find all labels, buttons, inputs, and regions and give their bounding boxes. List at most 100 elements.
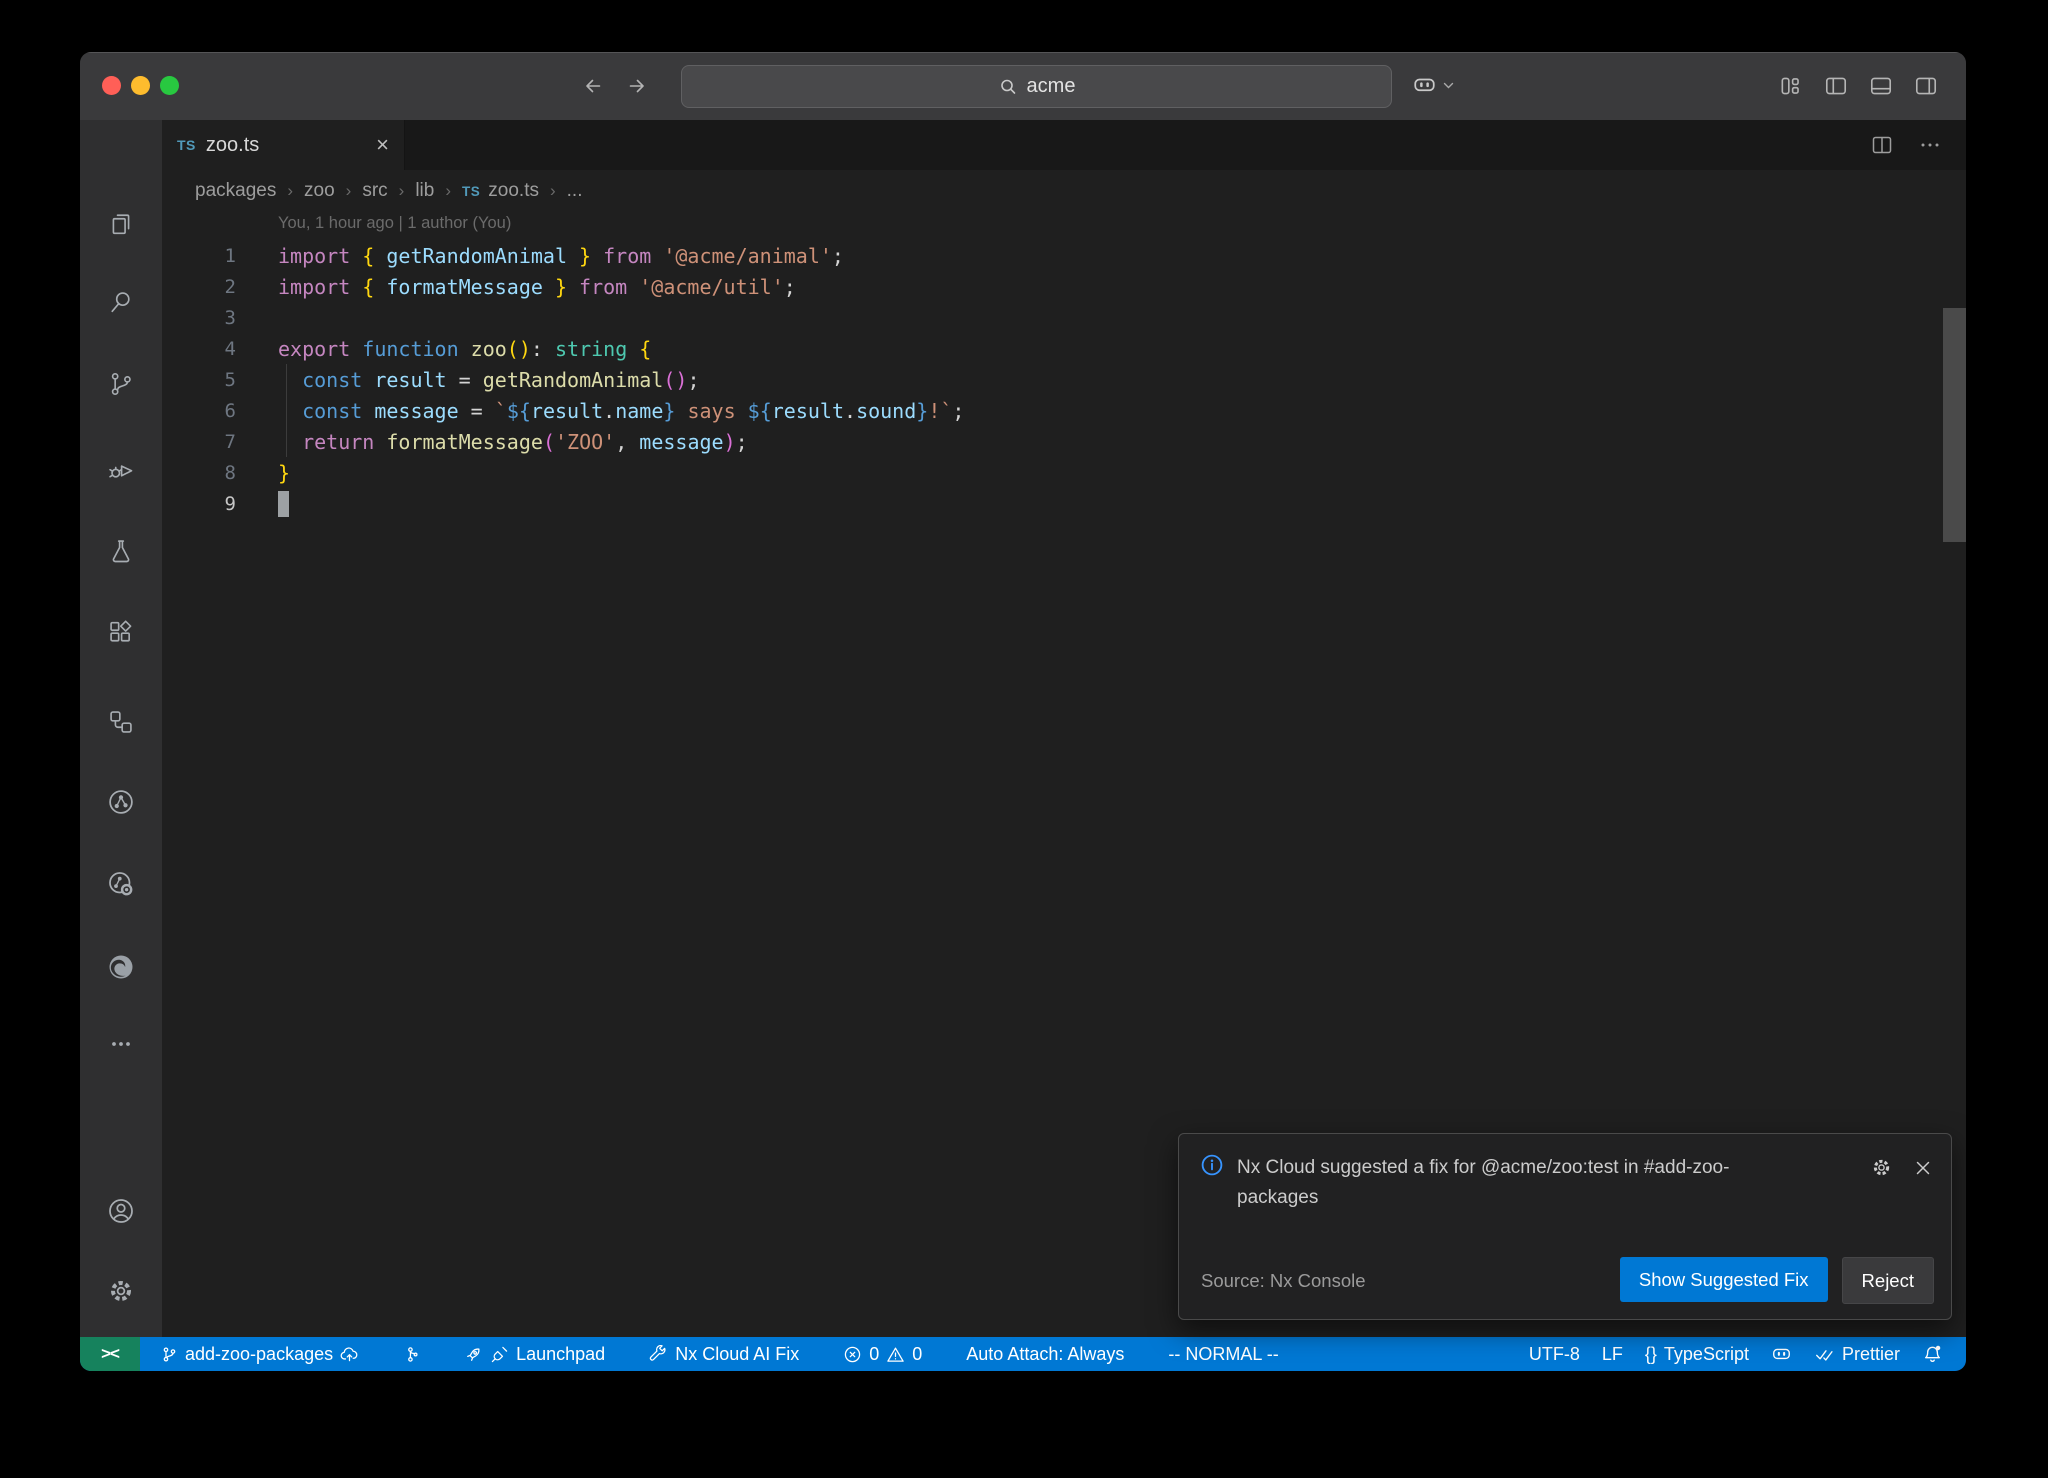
pipeline-item[interactable]	[392, 1337, 431, 1371]
nx-cloud-ai-fix-item[interactable]: Nx Cloud AI Fix	[638, 1337, 810, 1371]
breadcrumb-separator-icon: ›	[287, 181, 293, 201]
notification-settings-gear-icon[interactable]	[1870, 1156, 1893, 1179]
line-number: 8	[162, 462, 236, 484]
line-number: 3	[162, 307, 236, 329]
code-line[interactable]: 2 import { formatMessage } from '@acme/ut…	[162, 271, 1966, 302]
code-text: const message = `${result.name} says ${r…	[278, 399, 964, 423]
command-center-search[interactable]: acme	[681, 65, 1392, 108]
project-boxes-icon[interactable]	[80, 693, 162, 751]
breadcrumb-item[interactable]: src	[362, 180, 387, 202]
toggle-panel-icon[interactable]	[1868, 73, 1894, 99]
copilot-status-item[interactable]	[1760, 1337, 1803, 1371]
breadcrumb-item[interactable]: packages	[195, 180, 276, 202]
copilot-icon	[1412, 73, 1437, 98]
tab-label: zoo.ts	[206, 134, 259, 157]
edge-browser-icon[interactable]	[80, 938, 162, 996]
auto-attach-item[interactable]: Auto Attach: Always	[955, 1337, 1135, 1371]
code-line[interactable]: 6 const message = `${result.name} says $…	[162, 395, 1966, 426]
nx-console-icon[interactable]	[80, 773, 162, 831]
line-number: 6	[162, 400, 236, 422]
language-item[interactable]: {} TypeScript	[1634, 1337, 1760, 1371]
tab-bar: TS zoo.ts ×	[162, 120, 1966, 170]
indent-guide	[286, 364, 287, 457]
code-text: import { formatMessage } from '@acme/uti…	[278, 275, 796, 299]
run-debug-icon[interactable]	[80, 440, 162, 498]
double-check-icon	[1814, 1344, 1835, 1365]
notification-source: Source: Nx Console	[1201, 1270, 1366, 1292]
more-actions-icon[interactable]	[1918, 133, 1942, 157]
breadcrumb-item[interactable]: zoo	[304, 180, 335, 202]
extensions-icon[interactable]	[80, 603, 162, 661]
reject-button[interactable]: Reject	[1842, 1257, 1934, 1304]
window-controls	[102, 76, 179, 95]
line-number: 5	[162, 369, 236, 391]
forward-arrow-icon[interactable]	[625, 74, 649, 98]
wrench-icon	[649, 1345, 668, 1364]
explorer-icon[interactable]	[80, 195, 162, 253]
nx-cloud-icon[interactable]	[80, 855, 162, 913]
toggle-primary-sidebar-icon[interactable]	[1823, 73, 1849, 99]
git-blame-annotation: You, 1 hour ago | 1 author (You)	[278, 214, 511, 233]
settings-gear-icon[interactable]	[80, 1262, 162, 1320]
breadcrumb-file[interactable]: TS zoo.ts	[462, 180, 539, 202]
warning-count: 0	[912, 1344, 922, 1365]
code-line[interactable]: 5 const result = getRandomAnimal();	[162, 364, 1966, 395]
tab-zoo-ts[interactable]: TS zoo.ts ×	[162, 120, 405, 170]
notifications-bell[interactable]	[1911, 1337, 1954, 1371]
search-view-icon[interactable]	[80, 273, 162, 331]
remote-indicator[interactable]: ><	[80, 1337, 140, 1371]
toggle-secondary-sidebar-icon[interactable]	[1913, 73, 1939, 99]
additional-views-icon[interactable]	[80, 1015, 162, 1073]
typescript-file-icon: TS	[462, 184, 480, 199]
zoom-window-button[interactable]	[160, 76, 179, 95]
breadcrumb-separator-icon: ›	[550, 181, 556, 201]
minimize-window-button[interactable]	[131, 76, 150, 95]
encoding-item[interactable]: UTF-8	[1518, 1337, 1591, 1371]
customize-layout-icon[interactable]	[1778, 73, 1804, 99]
activity-bar	[80, 120, 162, 1337]
breadcrumb-item[interactable]: lib	[415, 180, 434, 202]
editor-cursor	[278, 491, 289, 517]
formatter-item[interactable]: Prettier	[1803, 1337, 1911, 1371]
breadcrumb: packages›zoo›src›lib›TSzoo.ts›...	[162, 170, 1966, 212]
code-line[interactable]: 4export function zoo(): string {	[162, 333, 1966, 364]
plug-icon	[490, 1345, 509, 1364]
show-suggested-fix-button[interactable]: Show Suggested Fix	[1620, 1257, 1828, 1302]
line-number: 9	[162, 493, 236, 515]
code-text: }	[278, 461, 290, 485]
desktop: { "window_title_bar": { "search_value": …	[0, 0, 2048, 1478]
eol-label: LF	[1602, 1344, 1623, 1365]
code-lines: 1import { getRandomAnimal } from '@acme/…	[162, 240, 1966, 519]
tab-close-icon[interactable]: ×	[376, 134, 389, 156]
split-editor-icon[interactable]	[1870, 133, 1894, 157]
back-arrow-icon[interactable]	[581, 74, 605, 98]
editor-scrollbar[interactable]	[1943, 308, 1966, 542]
code-line[interactable]: 7 return formatMessage('ZOO', message);	[162, 426, 1966, 457]
account-icon[interactable]	[80, 1182, 162, 1240]
breadcrumb-file-name: zoo.ts	[488, 180, 539, 202]
testing-icon[interactable]	[80, 522, 162, 580]
code-line[interactable]: 3	[162, 302, 1966, 333]
code-line[interactable]: 9	[162, 488, 1966, 519]
source-control-icon[interactable]	[80, 355, 162, 413]
launchpad-label: Launchpad	[516, 1344, 605, 1365]
code-line[interactable]: 8}	[162, 457, 1966, 488]
vim-mode-label: -- NORMAL --	[1168, 1344, 1278, 1365]
git-branch-icon	[161, 1346, 178, 1363]
line-number: 2	[162, 276, 236, 298]
close-window-button[interactable]	[102, 76, 121, 95]
code-text: import { getRandomAnimal } from '@acme/a…	[278, 244, 844, 268]
breadcrumb-more[interactable]: ...	[567, 180, 583, 202]
git-branch-item[interactable]: add-zoo-packages	[150, 1337, 370, 1371]
code-line[interactable]: 1import { getRandomAnimal } from '@acme/…	[162, 240, 1966, 271]
launchpad-item[interactable]: Launchpad	[453, 1337, 616, 1371]
warning-icon	[886, 1345, 905, 1364]
error-icon	[843, 1345, 862, 1364]
vim-mode-item[interactable]: -- NORMAL --	[1157, 1337, 1289, 1371]
copilot-menu[interactable]	[1412, 73, 1455, 98]
problems-item[interactable]: 0 0	[832, 1337, 933, 1371]
line-number: 7	[162, 431, 236, 453]
braces-icon: {}	[1645, 1344, 1657, 1365]
notification-close-icon[interactable]	[1913, 1158, 1933, 1178]
eol-item[interactable]: LF	[1591, 1337, 1634, 1371]
